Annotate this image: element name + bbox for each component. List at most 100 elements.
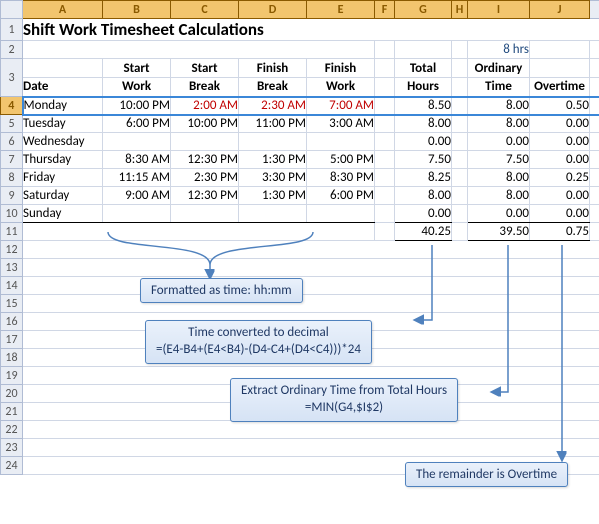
table-cell[interactable]: 8.00	[395, 115, 452, 133]
table-cell[interactable]: 0.00	[468, 133, 530, 151]
overtime-sum[interactable]: 0.75	[530, 223, 590, 241]
table-cell[interactable]: 8.00	[468, 97, 530, 115]
table-cell[interactable]: 1:30 PM	[239, 151, 307, 169]
table-cell[interactable]: 0.50	[530, 97, 590, 115]
table-cell[interactable]: 11:15 AM	[103, 169, 171, 187]
hdr-total-2[interactable]: Hours	[395, 78, 452, 97]
table-cell[interactable]: 8.50	[395, 97, 452, 115]
hdr-start-break-2[interactable]: Break	[171, 78, 239, 97]
table-cell[interactable]: 8.00	[468, 187, 530, 205]
ordinary-sum[interactable]: 39.50	[468, 223, 530, 241]
row-header-8[interactable]: 8	[1, 169, 23, 187]
table-cell[interactable]: 0.25	[530, 169, 590, 187]
row-header-2[interactable]: 2	[1, 41, 23, 59]
table-cell[interactable]: 2:00 AM	[171, 97, 239, 115]
row-header-13[interactable]: 13	[1, 259, 23, 277]
table-cell[interactable]: 6:00 PM	[307, 187, 375, 205]
col-header-A[interactable]: A	[23, 1, 103, 19]
table-cell[interactable]: 1:30 PM	[239, 187, 307, 205]
row-header-5[interactable]: 5	[1, 115, 23, 133]
hdr-start-work-2[interactable]: Work	[103, 78, 171, 97]
table-cell[interactable]: 7.50	[468, 151, 530, 169]
col-header-J[interactable]: J	[530, 1, 590, 19]
table-cell[interactable]: 0.00	[395, 205, 452, 223]
table-cell[interactable]: Thursday	[23, 151, 103, 169]
table-cell[interactable]	[171, 205, 239, 223]
hdr-start-break-1[interactable]: Start	[171, 59, 239, 78]
table-cell[interactable]: 8.00	[395, 187, 452, 205]
table-cell[interactable]	[171, 133, 239, 151]
table-cell[interactable]: 8:30 PM	[307, 169, 375, 187]
table-cell[interactable]: 0.00	[530, 115, 590, 133]
table-cell[interactable]: Saturday	[23, 187, 103, 205]
col-header-C[interactable]: C	[171, 1, 239, 19]
row-header-4[interactable]: 4	[1, 97, 23, 115]
row-header-9[interactable]: 9	[1, 187, 23, 205]
table-cell[interactable]: 6:00 PM	[103, 115, 171, 133]
table-cell[interactable]: 9:00 AM	[103, 187, 171, 205]
row-header-7[interactable]: 7	[1, 151, 23, 169]
table-cell[interactable]: Tuesday	[23, 115, 103, 133]
row-header-11[interactable]: 11	[1, 223, 23, 241]
hdr-finish-work-1[interactable]: Finish	[307, 59, 375, 78]
table-cell[interactable]: 8.25	[395, 169, 452, 187]
table-cell[interactable]: 12:30 PM	[171, 151, 239, 169]
row-header-14[interactable]: 14	[1, 277, 23, 295]
hdr-ordinary-1[interactable]: Ordinary	[468, 59, 530, 78]
table-cell[interactable]: 7:00 AM	[307, 97, 375, 115]
hdr-finish-break-2[interactable]: Break	[239, 78, 307, 97]
table-cell[interactable]: 8.00	[468, 115, 530, 133]
hdr-finish-break-1[interactable]: Finish	[239, 59, 307, 78]
table-cell[interactable]: Wednesday	[23, 133, 103, 151]
row-header-23[interactable]: 23	[1, 439, 23, 457]
row-header-24[interactable]: 24	[1, 457, 23, 475]
table-cell[interactable]: 0.00	[530, 151, 590, 169]
total-hours-sum[interactable]: 40.25	[395, 223, 452, 241]
row-header-20[interactable]: 20	[1, 385, 23, 403]
row-header-12[interactable]: 12	[1, 241, 23, 259]
table-cell[interactable]: 0.00	[530, 205, 590, 223]
hdr-overtime[interactable]: Overtime	[530, 78, 590, 97]
table-cell[interactable]	[103, 205, 171, 223]
table-cell[interactable]: 2:30 AM	[239, 97, 307, 115]
table-cell[interactable]: 0.00	[395, 133, 452, 151]
col-header-B[interactable]: B	[103, 1, 171, 19]
table-cell[interactable]: Friday	[23, 169, 103, 187]
col-header-H[interactable]: H	[452, 1, 468, 19]
row-header-18[interactable]: 18	[1, 349, 23, 367]
table-cell[interactable]: Monday	[23, 97, 103, 115]
table-cell[interactable]: 0.00	[468, 205, 530, 223]
col-header-K[interactable]	[590, 1, 599, 19]
table-cell[interactable]	[307, 133, 375, 151]
table-cell[interactable]: 10:00 PM	[171, 115, 239, 133]
hdr-ordinary-2[interactable]: Time	[468, 78, 530, 97]
table-cell[interactable]: Sunday	[23, 205, 103, 223]
hdr-date[interactable]: Date	[23, 78, 103, 97]
col-header-G[interactable]: G	[395, 1, 452, 19]
row-header-3[interactable]: 3	[1, 59, 23, 97]
threshold-hours[interactable]: 8 hrs	[468, 41, 530, 59]
hdr-total-1[interactable]: Total	[395, 59, 452, 78]
page-title[interactable]: Shift Work Timesheet Calculations	[23, 19, 599, 41]
table-cell[interactable]: 11:00 PM	[239, 115, 307, 133]
col-header-I[interactable]: I	[468, 1, 530, 19]
table-cell[interactable]	[307, 205, 375, 223]
row-header-22[interactable]: 22	[1, 421, 23, 439]
table-cell[interactable]: 2:30 PM	[171, 169, 239, 187]
table-cell[interactable]: 8.00	[468, 169, 530, 187]
row-header-17[interactable]: 17	[1, 331, 23, 349]
col-header-D[interactable]: D	[239, 1, 307, 19]
table-cell[interactable]	[239, 133, 307, 151]
col-header-E[interactable]: E	[307, 1, 375, 19]
table-cell[interactable]: 0.00	[530, 187, 590, 205]
col-header-F[interactable]: F	[375, 1, 395, 19]
table-cell[interactable]: 8:30 AM	[103, 151, 171, 169]
row-header-10[interactable]: 10	[1, 205, 23, 223]
table-cell[interactable]: 0.00	[530, 133, 590, 151]
table-cell[interactable]: 7.50	[395, 151, 452, 169]
row-header-19[interactable]: 19	[1, 367, 23, 385]
hdr-start-work-1[interactable]: Start	[103, 59, 171, 78]
table-cell[interactable]: 10:00 PM	[103, 97, 171, 115]
table-cell[interactable]	[103, 133, 171, 151]
row-header-16[interactable]: 16	[1, 313, 23, 331]
